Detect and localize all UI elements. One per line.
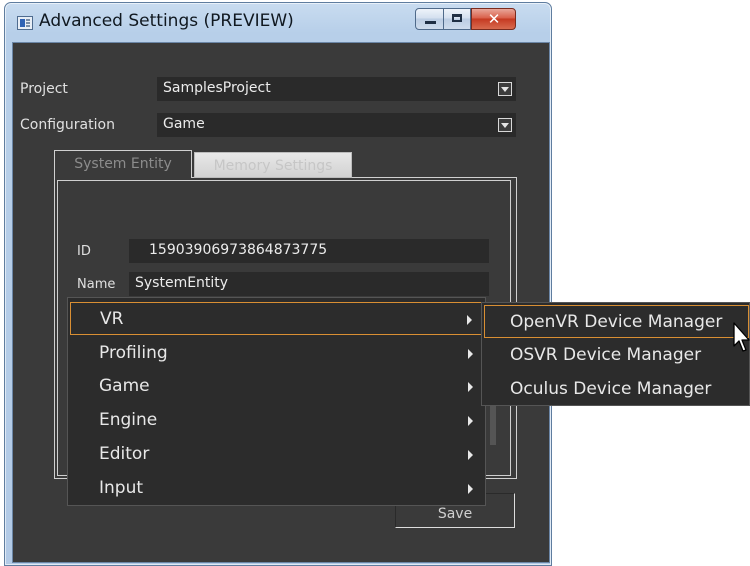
submenu-item-openvr[interactable]: OpenVR Device Manager <box>484 305 749 338</box>
submenu-arrow-icon <box>467 315 472 325</box>
menu-item-label: Game <box>99 376 150 396</box>
id-field[interactable]: 15903906973864873775 <box>129 239 489 263</box>
app-window-icon <box>17 16 33 30</box>
submenu-item-oculus[interactable]: Oculus Device Manager <box>484 373 749 406</box>
minimize-icon <box>425 21 436 24</box>
id-value: 15903906973864873775 <box>149 242 328 258</box>
window-title: Advanced Settings (PREVIEW) <box>39 11 294 31</box>
project-label: Project <box>20 81 68 97</box>
menu-item-input[interactable]: Input <box>70 472 483 505</box>
context-menu: VR Profiling Game Engine Editor Input <box>67 297 486 506</box>
name-field[interactable]: SystemEntity <box>129 272 489 296</box>
menu-item-label: VR <box>100 309 124 329</box>
menu-item-label: Engine <box>99 410 158 430</box>
configuration-dropdown[interactable]: Game <box>157 113 516 137</box>
menu-item-vr[interactable]: VR <box>70 302 483 335</box>
submenu-arrow-icon <box>468 349 473 359</box>
tab-system-entity[interactable]: System Entity <box>54 150 192 178</box>
maximize-icon <box>452 14 462 22</box>
project-dropdown[interactable]: SamplesProject <box>157 77 516 101</box>
menu-item-label: Input <box>99 478 144 498</box>
submenu-arrow-icon <box>468 382 473 392</box>
vr-submenu: OpenVR Device Manager OSVR Device Manage… <box>481 302 750 406</box>
project-value: SamplesProject <box>163 80 271 96</box>
minimize-button[interactable] <box>415 8 444 30</box>
name-value: SystemEntity <box>135 275 229 291</box>
configuration-label: Configuration <box>20 117 115 133</box>
configuration-dropdown-arrow-icon[interactable] <box>498 118 512 132</box>
close-button[interactable]: ✕ <box>471 8 516 30</box>
menu-item-profiling[interactable]: Profiling <box>70 337 483 370</box>
menu-item-label: Editor <box>99 444 150 464</box>
tab-memory-settings[interactable]: Memory Settings <box>194 152 352 178</box>
menu-item-label: Profiling <box>99 343 168 363</box>
submenu-item-osvr[interactable]: OSVR Device Manager <box>484 339 749 372</box>
menu-item-editor[interactable]: Editor <box>70 438 483 471</box>
submenu-arrow-icon <box>468 416 473 426</box>
maximize-button[interactable] <box>443 8 471 30</box>
id-label: ID <box>77 244 91 259</box>
menu-item-game[interactable]: Game <box>70 370 483 403</box>
name-label: Name <box>77 277 116 292</box>
menu-item-engine[interactable]: Engine <box>70 404 483 437</box>
configuration-value: Game <box>163 116 205 132</box>
submenu-arrow-icon <box>468 450 473 460</box>
title-bar[interactable]: Advanced Settings (PREVIEW) ✕ <box>5 3 551 41</box>
mouse-cursor-icon <box>733 322 750 352</box>
submenu-arrow-icon <box>468 484 473 494</box>
close-icon: ✕ <box>487 10 501 28</box>
project-dropdown-arrow-icon[interactable] <box>498 82 512 96</box>
